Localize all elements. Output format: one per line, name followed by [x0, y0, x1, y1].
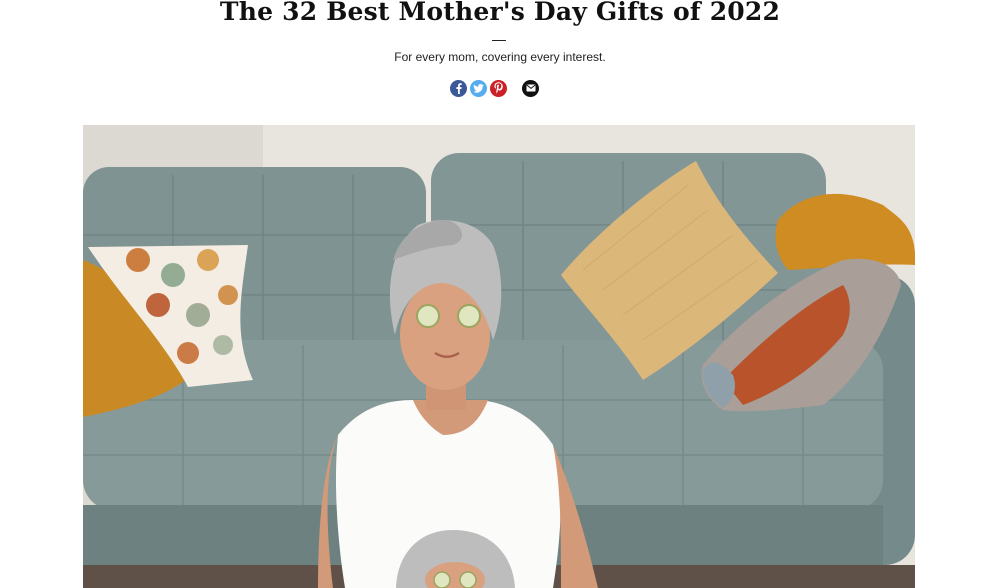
cucumber-right [457, 304, 481, 328]
cucumber-left [416, 304, 440, 328]
pinterest-icon [494, 82, 503, 94]
photo-image [83, 125, 915, 588]
facebook-icon [456, 82, 462, 94]
title-divider [492, 40, 506, 41]
share-pinterest-button[interactable] [490, 79, 507, 97]
share-twitter-button[interactable] [470, 79, 487, 97]
article-title: The 32 Best Mother's Day Gifts of 2022 [219, 0, 781, 26]
email-icon [525, 84, 536, 92]
share-email-button[interactable] [522, 79, 539, 97]
share-facebook-button[interactable] [450, 79, 467, 97]
share-bar [450, 79, 542, 97]
twitter-icon [473, 83, 484, 93]
article-subtitle: For every mom, covering every interest. [394, 50, 606, 64]
hero-image [83, 125, 915, 588]
